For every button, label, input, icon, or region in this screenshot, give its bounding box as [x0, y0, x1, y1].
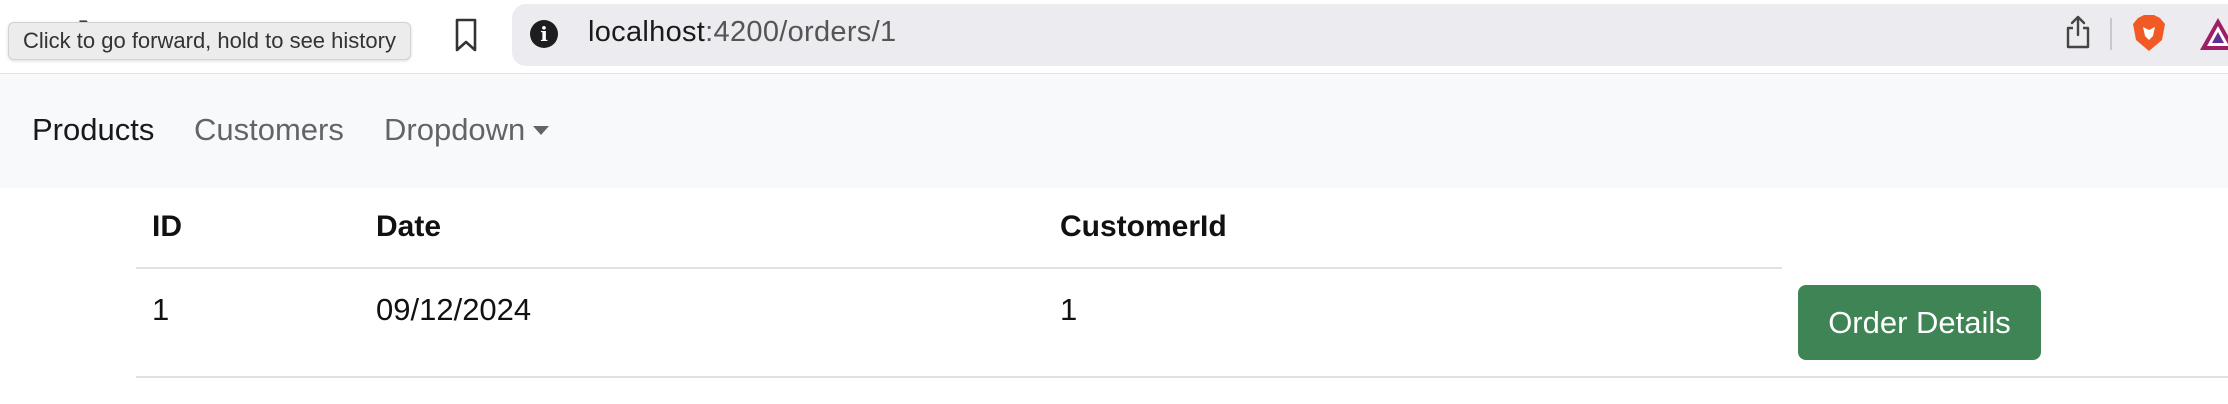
toolbar-divider [2110, 18, 2112, 50]
url-path: :4200/orders/1 [705, 16, 897, 48]
column-header-customer-id: CustomerId [1060, 210, 1227, 243]
cell-order-date: 09/12/2024 [376, 292, 532, 327]
bat-triangle-icon[interactable] [2198, 16, 2228, 52]
brave-lion-icon[interactable] [2132, 14, 2166, 52]
table-row-divider [136, 376, 2228, 378]
cell-order-id: 1 [152, 292, 170, 327]
nav-dropdown-label: Dropdown [384, 112, 526, 147]
forward-tooltip: Click to go forward, hold to see history [8, 22, 411, 60]
table-header-divider [136, 267, 1782, 269]
nav-dropdown-toggle[interactable]: Dropdown [384, 112, 550, 148]
nav-link-customers[interactable]: Customers [194, 112, 344, 148]
url-text[interactable]: localhost:4200/orders/1 [588, 16, 896, 49]
column-header-id: ID [152, 210, 182, 243]
bookmark-icon[interactable] [450, 17, 482, 53]
order-details-button[interactable]: Order Details [1798, 285, 2041, 360]
share-icon[interactable] [2064, 14, 2092, 50]
browser-toolbar: ‹ › ↻ Click to go forward, hold to see h… [0, 0, 2228, 74]
nav-link-products[interactable]: Products [32, 112, 154, 148]
column-header-date: Date [376, 210, 442, 243]
url-host: localhost [588, 16, 706, 48]
info-icon[interactable]: i [530, 20, 558, 48]
cell-customer-id: 1 [1060, 292, 1078, 327]
caret-down-icon [533, 126, 550, 135]
